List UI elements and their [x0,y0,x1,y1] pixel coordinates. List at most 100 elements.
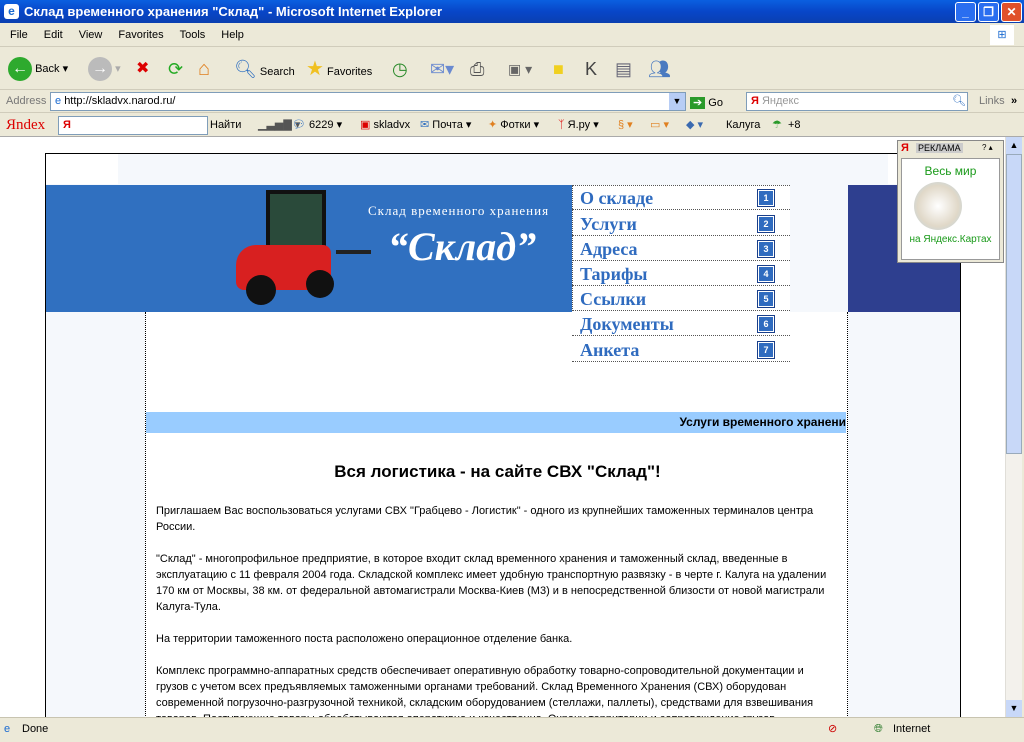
history-button[interactable]: ◷ [392,54,408,84]
paragraph: Приглашаем Вас воспользоваться услугами … [156,505,814,533]
home-button[interactable]: ⌂ [198,54,210,84]
yandex-ad-logo: Я [901,142,909,154]
status-text: Done [22,723,49,735]
share-icon[interactable]: ◆ ▾ [686,114,703,136]
toolbar: ← Back ▾ → ▾ ✖ ⟳ ⌂ 🔍︎ Search ★ Favorites… [0,48,1024,90]
forklift-image [231,190,381,310]
stop-button[interactable]: ✖ [136,54,149,84]
nav-item-addresses[interactable]: Адреса 3 [572,236,790,261]
yandex-ad-widget[interactable]: Я РЕКЛАМА ? ▴ Весь мир на Яндекс.Картах [897,140,1004,263]
envelope-icon: ✉ [420,119,430,131]
scroll-up-button[interactable]: ▲ [1006,137,1022,154]
close-button[interactable]: ✕ [1001,2,1022,22]
speech-bubble-icon: 💬︎ [292,119,306,131]
mail-button[interactable]: ✉▾ [430,54,454,84]
umbrella-icon: ☂ [772,119,782,131]
zone-label: Internet [893,723,931,735]
nav-label: Тарифы [580,264,648,284]
chevron-icon[interactable]: » [1011,90,1017,112]
globe-icon [914,182,962,230]
menu-view[interactable]: View [79,29,103,41]
messenger-icon[interactable]: 👥︎ [648,54,671,84]
menu-file[interactable]: File [10,29,28,41]
nav-label: Документы [580,314,674,334]
print-button[interactable]: ⎙ [470,54,484,84]
counter-button[interactable]: 💬︎ 6229 ▾ [292,114,342,136]
nav-item-links[interactable]: Ссылки 5 [572,286,790,311]
scroll-thumb[interactable] [1006,154,1022,454]
photos-link[interactable]: ✦ Фотки ▾ [488,114,539,136]
nav-item-tariffs[interactable]: Тарифы 4 [572,261,790,286]
nav-label: Анкета [580,340,640,360]
back-label: Back [35,63,60,75]
yandex-bar: Яndex Я Найти ▁▃▅▇ ▾ 💬︎ 6229 ▾ ▣ skladvx… [0,114,1024,137]
privacy-icon: ⊘ [828,723,838,735]
runner-icon: ▣ [360,119,371,131]
site-subtitle: Склад временного хранения [368,203,550,218]
vertical-scrollbar[interactable]: ▲ ▼ [1005,137,1022,717]
tv-icon[interactable]: ▭ ▾ [650,114,669,136]
status-bar: e Done ⊘ 🌐︎ Internet [0,717,1024,742]
yandex-search-input[interactable]: Я Яндекс 🔍︎ [746,92,968,111]
go-label: Go [708,97,723,109]
ya-person-icon: ᛉ [558,119,565,131]
nav-number-badge: 2 [757,215,775,233]
find-button[interactable]: Найти [210,114,241,136]
ad-caption: на Яндекс.Картах [909,234,992,245]
paragraph: На территории таможенного поста располож… [156,633,573,645]
globe-zone-icon: 🌐︎ [874,723,883,735]
bird-icon: ✦ [488,119,498,131]
ad-controls[interactable]: ? ▴ [982,143,993,152]
menu-edit[interactable]: Edit [44,29,63,41]
address-label: Address [6,95,47,107]
nav-item-about[interactable]: О складе 1 [572,185,790,210]
nav-label: О складе [580,188,654,208]
user-button[interactable]: ▣ skladvx [360,114,410,136]
header-banner: Склад временного хранения “Склад” [46,185,573,312]
address-dropdown[interactable]: ▼ [669,93,685,110]
photos-label: Фотки [500,119,531,131]
ad-title: Весь мир [924,164,977,178]
page-viewport: Склад временного хранения “Склад” Услуги… [0,137,1005,717]
forward-button[interactable]: → ▾ [88,54,121,84]
mail-link[interactable]: ✉ Почта ▾ [420,114,471,136]
nav-item-documents[interactable]: Документы 6 [572,311,790,336]
yandex-logo[interactable]: Яndex [6,114,45,136]
city-label[interactable]: Калуга [726,114,760,136]
nav-label: Адреса [580,239,638,259]
search-button[interactable]: 🔍︎ Search [234,54,295,84]
menu-tools[interactable]: Tools [180,29,206,41]
ad-label: РЕКЛАМА [916,143,963,153]
address-input[interactable]: e http://skladvx.narod.ru/ ▼ [50,92,686,111]
refresh-button[interactable]: ⟳ [168,54,183,84]
menu-favorites[interactable]: Favorites [118,29,163,41]
nav-number-badge: 5 [757,290,775,308]
yandex-bar-input[interactable]: Я [58,116,208,135]
links-label[interactable]: Links [979,90,1005,112]
menu-help[interactable]: Help [221,29,244,41]
nav-number-badge: 4 [757,265,775,283]
edit-button[interactable]: ▣ ▾ [508,54,532,84]
page-icon: e [55,95,62,107]
magnifier-icon[interactable]: 🔍︎ [952,93,966,110]
research-icon[interactable]: ▤ [615,54,632,84]
notes-icon[interactable]: ■ [553,54,564,84]
content-area: Услуги временного хранени Вся логистика … [145,312,848,717]
back-button[interactable]: ← Back ▾ [8,54,68,84]
scroll-down-button[interactable]: ▼ [1006,700,1022,717]
k-icon[interactable]: K [585,54,597,84]
go-button[interactable]: ➔ Go [690,92,723,114]
favorites-button[interactable]: ★ Favorites [306,54,372,84]
favorites-label: Favorites [327,66,373,78]
yaru-link[interactable]: ᛉ Я.ру ▾ [558,114,599,136]
nav-item-services[interactable]: Услуги 2 [572,211,790,236]
star-icon: ★ [306,58,324,80]
site-name: “Склад” [388,224,537,269]
minimize-button[interactable]: _ [955,2,976,22]
yaru-label: Я.ру [567,119,591,131]
maximize-button[interactable]: ❐ [978,2,999,22]
page-status-icon: e [4,723,11,735]
money-icon[interactable]: § ▾ [618,114,633,136]
nav-item-form[interactable]: Анкета 7 [572,337,790,362]
ie-icon: e [4,4,19,19]
